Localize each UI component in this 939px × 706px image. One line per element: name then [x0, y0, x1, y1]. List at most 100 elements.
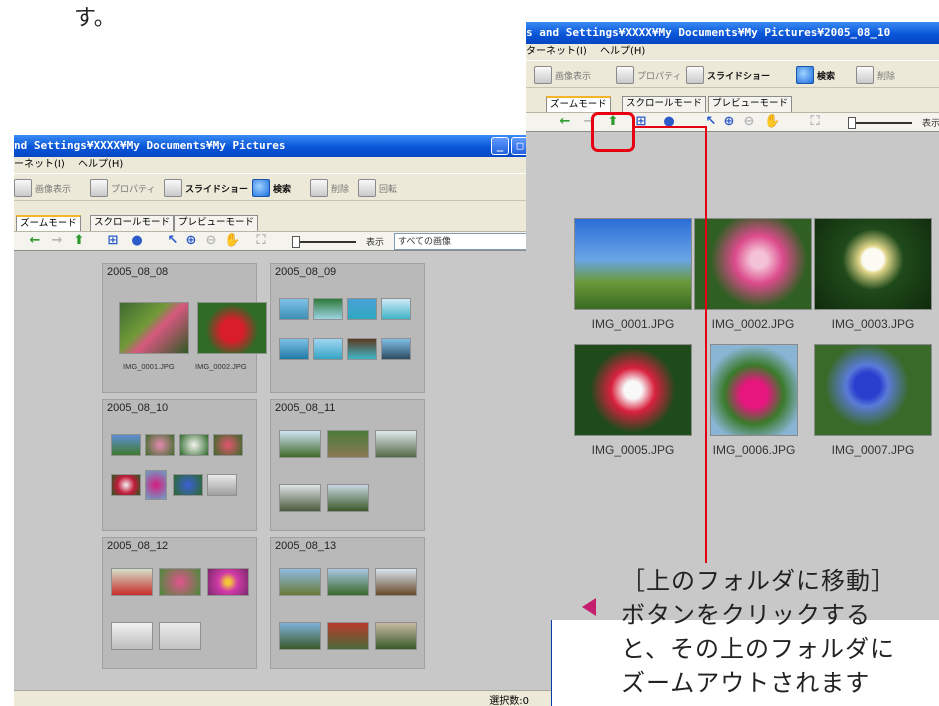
zoom-out-icon[interactable]: ⊖: [204, 234, 218, 248]
properties-icon: [90, 179, 108, 197]
photo-item[interactable]: IMG_0001.JPG: [574, 218, 692, 340]
photo-thumbnail[interactable]: [347, 338, 377, 360]
page-text-fragment: す。: [74, 6, 116, 31]
photo-thumbnail[interactable]: [279, 338, 309, 360]
photo-thumbnail[interactable]: [111, 568, 153, 596]
photo-item[interactable]: IMG_0007.JPG: [814, 344, 932, 466]
hand-icon[interactable]: ✋: [764, 115, 780, 129]
photo-thumbnail[interactable]: [145, 434, 175, 456]
photo-thumbnail[interactable]: [710, 344, 798, 436]
photo-thumbnail[interactable]: [375, 622, 417, 650]
zoom-in-icon[interactable]: ⊕: [722, 115, 736, 129]
tab-preview-mode[interactable]: プレビューモード: [708, 96, 793, 112]
menu-help[interactable]: ヘルプ(H): [600, 46, 645, 57]
folder-group-2005-08-08[interactable]: 2005_08_08 IMG_0001.JPG IMG_0002.JPG: [102, 263, 267, 393]
photo-thumbnail[interactable]: [173, 474, 203, 496]
photo-thumbnail[interactable]: [213, 434, 243, 456]
photo-thumbnail[interactable]: [347, 298, 377, 320]
photo-thumbnail[interactable]: [574, 344, 692, 436]
zoom-slider[interactable]: [848, 117, 912, 129]
toolbar-properties[interactable]: プロパティ: [90, 178, 155, 198]
photo-thumbnail[interactable]: [279, 430, 321, 458]
photo-thumbnail[interactable]: [279, 484, 321, 512]
tab-scroll-mode[interactable]: スクロールモード: [622, 96, 707, 112]
photo-thumbnail[interactable]: [179, 434, 209, 456]
photo-thumbnail[interactable]: [694, 218, 812, 310]
toolbar-slideshow[interactable]: スライドショー: [164, 178, 248, 198]
photo-thumbnail[interactable]: [111, 474, 141, 496]
photo-thumbnail[interactable]: [313, 338, 343, 360]
window-titlebar[interactable]: s and Settings¥XXXX¥My Documents¥My Pict…: [526, 22, 939, 44]
photo-item[interactable]: IMG_0005.JPG: [574, 344, 692, 466]
fit-icon[interactable]: ⛶: [254, 234, 268, 248]
window-title: nd Settings¥XXXX¥My Documents¥My Picture…: [14, 139, 286, 152]
toolbar-view-image[interactable]: 画像表示: [14, 178, 71, 198]
minimize-button[interactable]: _: [491, 137, 509, 155]
explorer-window-parent: nd Settings¥XXXX¥My Documents¥My Picture…: [14, 135, 552, 706]
photo-thumbnail[interactable]: [375, 430, 417, 458]
toolbar-slideshow[interactable]: スライドショー: [686, 65, 770, 85]
pointer-icon[interactable]: ↖: [166, 234, 180, 248]
photo-thumbnail[interactable]: [279, 622, 321, 650]
menu-internet[interactable]: ターネット(I): [526, 46, 587, 57]
folder-group-2005-08-12[interactable]: 2005_08_12: [102, 537, 257, 669]
fit-icon[interactable]: ⛶: [808, 115, 822, 129]
photo-thumbnail[interactable]: [207, 568, 249, 596]
photo-thumbnail[interactable]: [111, 622, 153, 650]
photo-thumbnail[interactable]: [145, 470, 167, 500]
photo-thumbnail[interactable]: [159, 622, 201, 650]
photo-thumbnail[interactable]: [327, 622, 369, 650]
toolbar-view-image[interactable]: 画像表示: [534, 65, 591, 85]
photo-thumbnail[interactable]: [279, 298, 309, 320]
folder-group-2005-08-10[interactable]: 2005_08_10: [102, 399, 257, 531]
image-filter-select[interactable]: すべての画像 ⌄: [394, 233, 538, 250]
photo-thumbnail[interactable]: [814, 344, 932, 436]
toolbar-delete[interactable]: 削除: [310, 178, 349, 198]
window-titlebar[interactable]: nd Settings¥XXXX¥My Documents¥My Picture…: [14, 135, 551, 157]
toolbar-search[interactable]: 検索: [252, 178, 291, 198]
photo-thumbnail[interactable]: [111, 434, 141, 456]
tab-zoom-mode[interactable]: ズームモード: [16, 215, 81, 232]
photo-thumbnail[interactable]: [375, 568, 417, 596]
toolbar-rotate[interactable]: 回転: [358, 178, 397, 198]
photo-item[interactable]: IMG_0003.JPG: [814, 218, 932, 340]
photo-thumbnail[interactable]: [119, 302, 189, 354]
photo-thumbnail[interactable]: [197, 302, 267, 354]
photo-thumbnail[interactable]: [327, 568, 369, 596]
photo-thumbnail[interactable]: [381, 298, 411, 320]
photo-thumbnail[interactable]: [381, 338, 411, 360]
folder-group-2005-08-13[interactable]: 2005_08_13: [270, 537, 425, 669]
tab-zoom-mode[interactable]: ズームモード: [546, 96, 611, 113]
toolbar-search[interactable]: 検索: [796, 65, 835, 85]
tab-preview-mode[interactable]: プレビューモード: [174, 215, 259, 231]
folder-group-2005-08-09[interactable]: 2005_08_09: [270, 263, 425, 393]
photo-thumbnail[interactable]: [574, 218, 692, 310]
photo-item[interactable]: IMG_0002.JPG: [694, 218, 812, 340]
forward-arrow-icon[interactable]: →: [50, 234, 64, 248]
photo-thumbnail[interactable]: [159, 568, 201, 596]
photo-thumbnail[interactable]: [313, 298, 343, 320]
photo-thumbnail[interactable]: [279, 568, 321, 596]
back-arrow-icon[interactable]: ←: [558, 115, 572, 129]
zoom-out-icon[interactable]: ⊖: [742, 115, 756, 129]
photo-thumbnail[interactable]: [327, 430, 369, 458]
photo-item[interactable]: IMG_0006.JPG: [710, 344, 798, 466]
image-view-icon: [14, 179, 32, 197]
toolbar-delete[interactable]: 削除: [856, 65, 895, 85]
photo-thumbnail[interactable]: [327, 484, 369, 512]
menu-help[interactable]: ヘルプ(H): [78, 159, 123, 170]
info-icon[interactable]: ●: [130, 234, 144, 248]
zoom-in-icon[interactable]: ⊕: [184, 234, 198, 248]
tab-scroll-mode[interactable]: スクロールモード: [90, 215, 175, 231]
folder-group-2005-08-11[interactable]: 2005_08_11: [270, 399, 425, 531]
select-mode-icon[interactable]: ⊞: [106, 234, 120, 248]
hand-icon[interactable]: ✋: [224, 234, 240, 248]
photo-thumbnail[interactable]: [207, 474, 237, 496]
zoom-slider[interactable]: [292, 236, 356, 248]
toolbar-properties[interactable]: プロパティ: [616, 65, 681, 85]
back-arrow-icon[interactable]: ←: [28, 234, 42, 248]
up-folder-icon[interactable]: ⬆: [72, 234, 86, 248]
menu-internet[interactable]: ーネット(I): [14, 159, 65, 170]
callout-line: ズームアウトされます: [621, 669, 871, 697]
photo-thumbnail[interactable]: [814, 218, 932, 310]
